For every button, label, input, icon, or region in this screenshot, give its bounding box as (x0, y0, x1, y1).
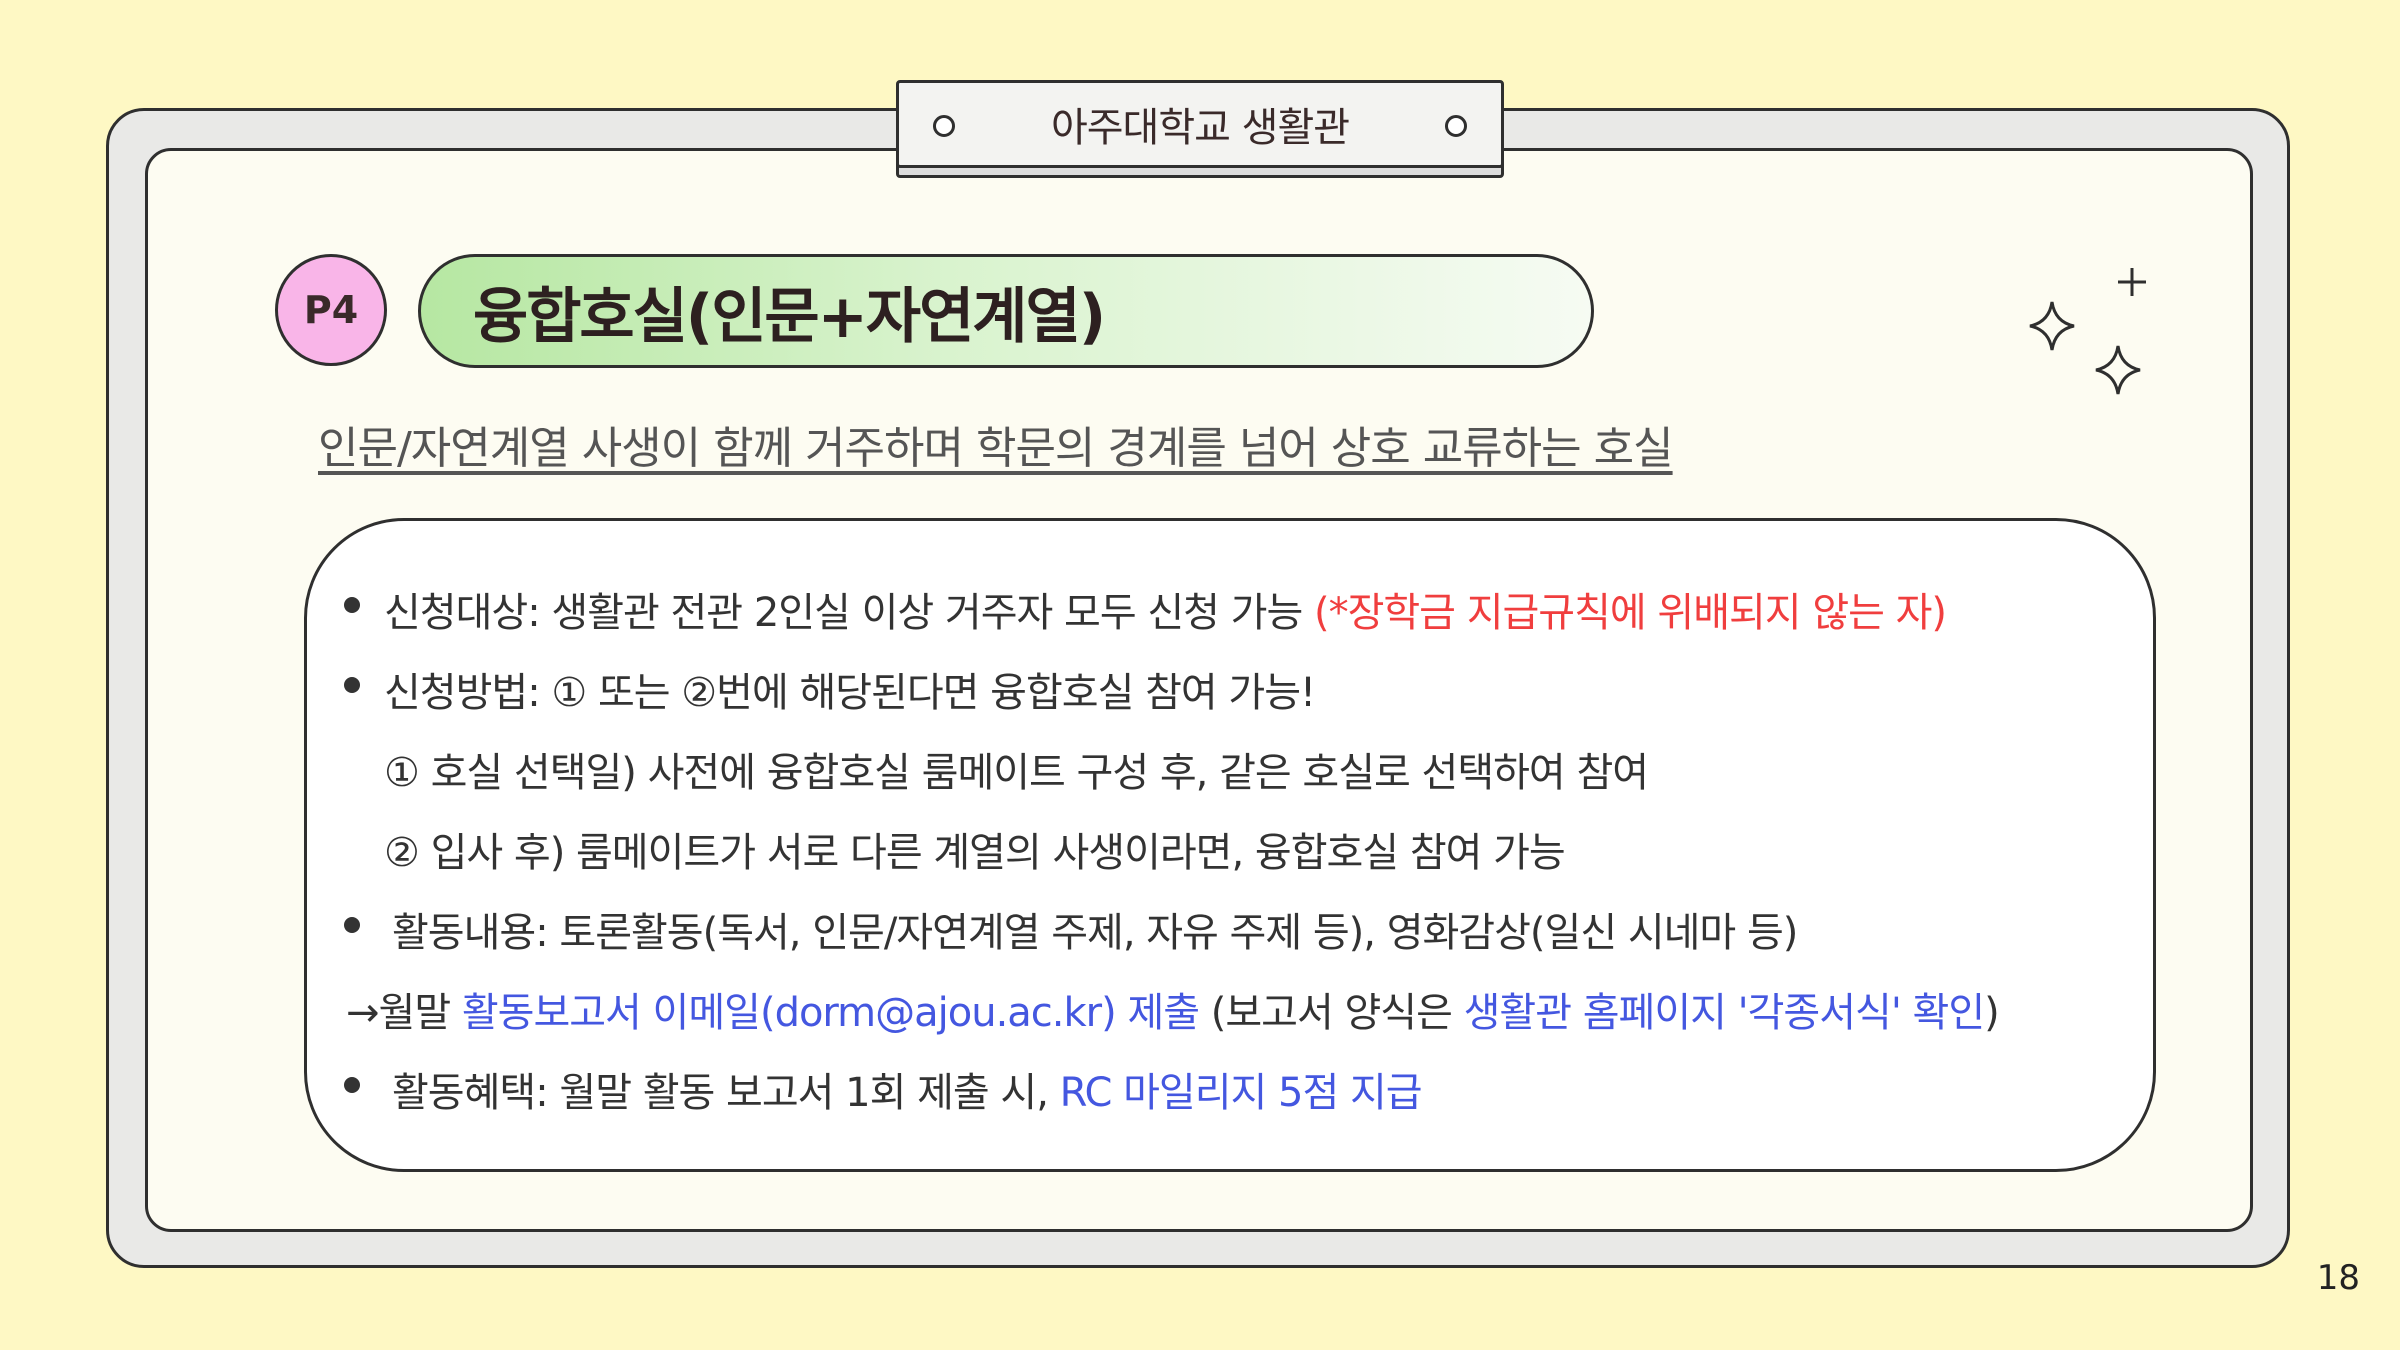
detail-report: →월말 활동보고서 이메일(dorm@ajou.ac.kr) 제출 (보고서 양… (346, 980, 2000, 1038)
bullet-icon (344, 597, 360, 613)
sparkle-icon (2029, 268, 2146, 395)
detail-target-text: 신청대상: 생활관 전관 2인실 이상 거주자 모두 신청 가능 (384, 590, 1314, 636)
detail-activity: 활동내용: 토론활동(독서, 인문/자연계열 주제, 자유 주제 등), 영화감… (392, 910, 1798, 956)
page-badge: P4 (275, 254, 387, 366)
bullet-icon (344, 1077, 360, 1093)
page-number: 18 (2316, 1258, 2360, 1298)
detail-target: 신청대상: 생활관 전관 2인실 이상 거주자 모두 신청 가능 (*장학금 지… (384, 580, 1947, 638)
detail-method-option-2: ② 입사 후) 룸메이트가 서로 다른 계열의 사생이라면, 융합호실 참여 가… (384, 830, 1566, 876)
detail-method-option-1: ① 호실 선택일) 사전에 융합호실 룸메이트 구성 후, 같은 호실로 선택하… (384, 750, 1649, 796)
circle-icon (1445, 115, 1467, 137)
benefit-mileage: RC 마일리지 5점 지급 (1059, 1070, 1423, 1116)
report-mid: (보고서 양식은 (1199, 990, 1464, 1036)
clipboard-tab: 아주대학교 생활관 (896, 80, 1504, 168)
bullet-icon (344, 917, 360, 933)
benefit-text: 활동혜택: 월말 활동 보고서 1회 제출 시, (392, 1070, 1060, 1116)
circle-icon (933, 115, 955, 137)
section-title-pill: 융합호실(인문+자연계열) (418, 254, 1594, 368)
detail-benefit: 활동혜택: 월말 활동 보고서 1회 제출 시, RC 마일리지 5점 지급 (392, 1060, 1423, 1118)
bullet-icon (344, 677, 360, 693)
section-subtitle: 인문/자연계열 사생이 함께 거주하며 학문의 경계를 넘어 상호 교류하는 호… (318, 423, 1674, 474)
report-email: 활동보고서 이메일(dorm@ajou.ac.kr) 제출 (461, 990, 1200, 1036)
report-prefix: →월말 (346, 990, 462, 1036)
header-title: 아주대학교 생활관 (1050, 105, 1350, 151)
report-suffix: ) (1984, 990, 2000, 1036)
detail-method: 신청방법: ① 또는 ②번에 해당된다면 융합호실 참여 가능! (384, 670, 1316, 716)
detail-target-note: (*장학금 지급규칙에 위배되지 않는 자) (1313, 590, 1947, 636)
report-form-link: 생활관 홈페이지 '각종서식' 확인 (1463, 990, 1986, 1036)
section-title: 융합호실(인문+자연계열) (473, 281, 1106, 352)
